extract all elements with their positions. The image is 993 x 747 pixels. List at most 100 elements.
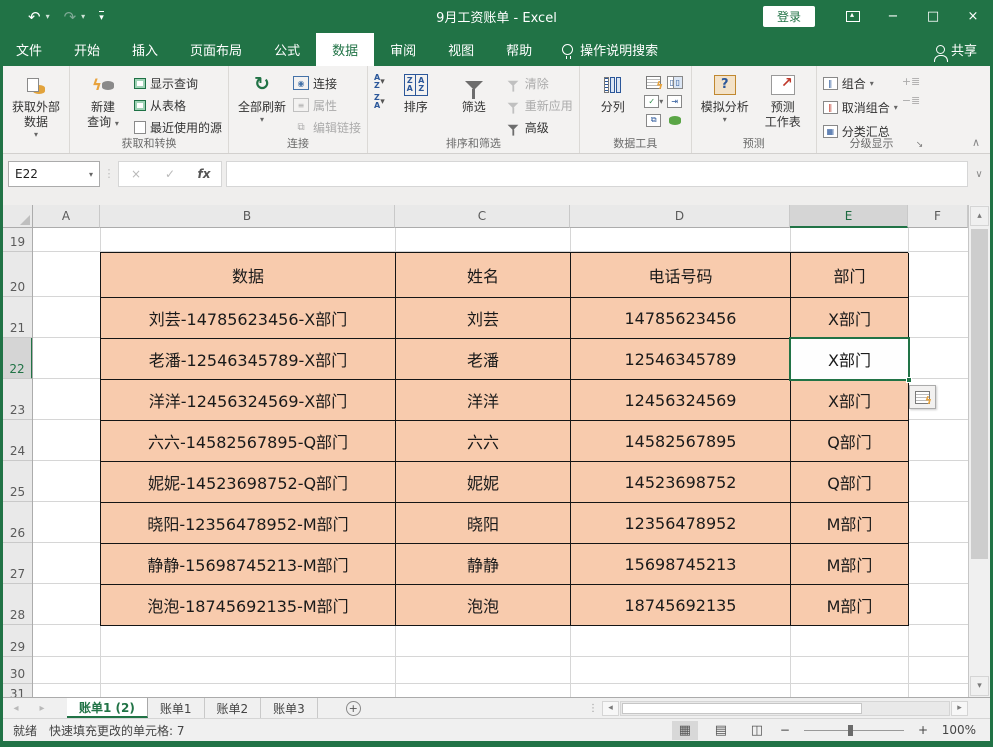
- table-cell-b23[interactable]: 洋洋-12456324569-X部门: [101, 380, 396, 421]
- consolidate-button[interactable]: ⇥: [665, 92, 685, 110]
- sheet-tab-2[interactable]: 账单2: [205, 698, 262, 718]
- close-button[interactable]: ×: [953, 0, 993, 33]
- sheet-tab-3[interactable]: 账单3: [261, 698, 318, 718]
- relationships-button[interactable]: ⧉: [644, 111, 664, 129]
- advanced-filter-button[interactable]: 高级: [505, 117, 573, 137]
- login-button[interactable]: 登录: [763, 6, 815, 27]
- table-cell-c28[interactable]: 泡泡: [396, 585, 571, 626]
- row-header-28[interactable]: 28: [3, 584, 32, 625]
- minimize-button[interactable]: −: [873, 0, 913, 33]
- table-cell-c24[interactable]: 六六: [396, 421, 571, 462]
- row-header-22[interactable]: 22: [3, 338, 33, 379]
- zoom-slider[interactable]: [804, 730, 904, 731]
- row-header-20[interactable]: 20: [3, 252, 32, 297]
- tell-me-search[interactable]: 操作说明搜索: [548, 33, 672, 66]
- row-header-26[interactable]: 26: [3, 502, 32, 543]
- tab-insert[interactable]: 插入: [116, 33, 174, 66]
- table-cell-b28[interactable]: 泡泡-18745692135-M部门: [101, 585, 396, 626]
- column-header-e[interactable]: E: [790, 205, 908, 228]
- text-to-columns-button[interactable]: 分列: [586, 70, 640, 115]
- view-page-break-button[interactable]: ◫: [744, 721, 770, 740]
- connections-button[interactable]: ◉连接: [293, 73, 361, 93]
- row-header-24[interactable]: 24: [3, 420, 32, 461]
- view-normal-button[interactable]: ▦: [672, 721, 698, 740]
- hscroll-right-icon[interactable]: ▸: [951, 701, 968, 716]
- table-cell-c27[interactable]: 静静: [396, 544, 571, 585]
- show-queries-button[interactable]: 显示查询: [134, 73, 222, 93]
- row-header-31[interactable]: 31: [3, 684, 32, 697]
- recent-sources-button[interactable]: 最近使用的源: [134, 117, 222, 137]
- column-header-f[interactable]: F: [908, 205, 968, 228]
- tab-split-handle[interactable]: ⋮: [584, 698, 602, 718]
- undo-icon[interactable]: ↶: [28, 8, 41, 26]
- tab-data[interactable]: 数据: [316, 33, 374, 66]
- sheet-tab-1[interactable]: 账单1: [148, 698, 205, 718]
- tab-view[interactable]: 视图: [432, 33, 490, 66]
- table-cell-c22[interactable]: 老潘: [396, 339, 571, 380]
- table-header-cell[interactable]: 电话号码: [571, 253, 791, 298]
- row-header-27[interactable]: 27: [3, 543, 32, 584]
- flash-fill-button[interactable]: [644, 73, 664, 91]
- table-cell-e27[interactable]: M部门: [791, 544, 909, 585]
- row-header-23[interactable]: 23: [3, 379, 32, 420]
- row-header-19[interactable]: 19: [3, 228, 32, 252]
- cell-grid[interactable]: 数据 姓名 电话号码 部门 刘芸-14785623456-X部门 刘芸 1478…: [33, 228, 968, 697]
- insert-function-icon[interactable]: fx: [187, 167, 221, 181]
- collapse-ribbon-button[interactable]: ∧: [972, 66, 990, 153]
- dialog-launcher-icon[interactable]: ↘: [916, 140, 924, 150]
- manage-data-model-button[interactable]: [665, 111, 685, 129]
- sheet-nav-left-icon[interactable]: ◂: [3, 698, 29, 718]
- forecast-sheet-button[interactable]: 预测 工作表: [756, 70, 810, 130]
- table-cell-d28[interactable]: 18745692135: [571, 585, 791, 626]
- table-cell-e25[interactable]: Q部门: [791, 462, 909, 503]
- flash-fill-options-button[interactable]: [909, 385, 936, 409]
- row-header-25[interactable]: 25: [3, 461, 32, 502]
- column-header-a[interactable]: A: [33, 205, 100, 228]
- vertical-scrollbar[interactable]: ▴ ▾: [968, 205, 990, 697]
- table-cell-d23[interactable]: 12456324569: [571, 380, 791, 421]
- customize-qat-icon[interactable]: ▾: [99, 11, 104, 23]
- table-cell-e24[interactable]: Q部门: [791, 421, 909, 462]
- row-header-30[interactable]: 30: [3, 657, 32, 684]
- table-cell-d22[interactable]: 12546345789: [571, 339, 791, 380]
- table-cell-b24[interactable]: 六六-14582567895-Q部门: [101, 421, 396, 462]
- from-table-button[interactable]: 从表格: [134, 95, 222, 115]
- table-cell-d21[interactable]: 14785623456: [571, 298, 791, 339]
- table-cell-c26[interactable]: 晓阳: [396, 503, 571, 544]
- sort-button[interactable]: ZAAZ 排序: [389, 70, 443, 115]
- new-sheet-button[interactable]: +: [346, 701, 361, 716]
- vertical-scroll-thumb[interactable]: [971, 229, 988, 559]
- table-cell-b25[interactable]: 妮妮-14523698752-Q部门: [101, 462, 396, 503]
- sort-descending-button[interactable]: ZA▾: [374, 94, 385, 110]
- zoom-slider-thumb[interactable]: [848, 725, 853, 736]
- table-header-cell[interactable]: 部门: [791, 253, 909, 298]
- maximize-button[interactable]: □: [913, 0, 953, 33]
- table-header-cell[interactable]: 姓名: [396, 253, 571, 298]
- table-cell-d27[interactable]: 15698745213: [571, 544, 791, 585]
- table-cell-b21[interactable]: 刘芸-14785623456-X部门: [101, 298, 396, 339]
- scroll-up-icon[interactable]: ▴: [970, 206, 989, 226]
- sheet-tab-active[interactable]: 账单1 (2): [67, 698, 148, 718]
- select-all-corner[interactable]: [3, 205, 33, 228]
- group-button[interactable]: ‖组合▾: [823, 73, 898, 93]
- tab-review[interactable]: 审阅: [374, 33, 432, 66]
- table-cell-c21[interactable]: 刘芸: [396, 298, 571, 339]
- column-header-b[interactable]: B: [100, 205, 395, 228]
- table-header-cell[interactable]: 数据: [101, 253, 396, 298]
- tab-help[interactable]: 帮助: [490, 33, 548, 66]
- view-page-layout-button[interactable]: ▤: [708, 721, 734, 740]
- table-cell-e26[interactable]: M部门: [791, 503, 909, 544]
- table-cell-e23[interactable]: X部门: [791, 380, 909, 421]
- table-cell-e21[interactable]: X部门: [791, 298, 909, 339]
- tab-home[interactable]: 开始: [58, 33, 116, 66]
- ribbon-display-options-button[interactable]: [833, 0, 873, 33]
- remove-duplicates-button[interactable]: ▯▯: [665, 73, 685, 91]
- expand-formula-bar-icon[interactable]: ∨: [968, 161, 990, 180]
- tab-formulas[interactable]: 公式: [258, 33, 316, 66]
- table-cell-b26[interactable]: 晓阳-12356478952-M部门: [101, 503, 396, 544]
- data-validation-button[interactable]: ✓▾: [644, 92, 664, 110]
- name-box-dropdown-icon[interactable]: ▾: [89, 170, 93, 179]
- zoom-out-button[interactable]: −: [780, 723, 790, 737]
- table-cell-d26[interactable]: 12356478952: [571, 503, 791, 544]
- row-header-29[interactable]: 29: [3, 625, 32, 657]
